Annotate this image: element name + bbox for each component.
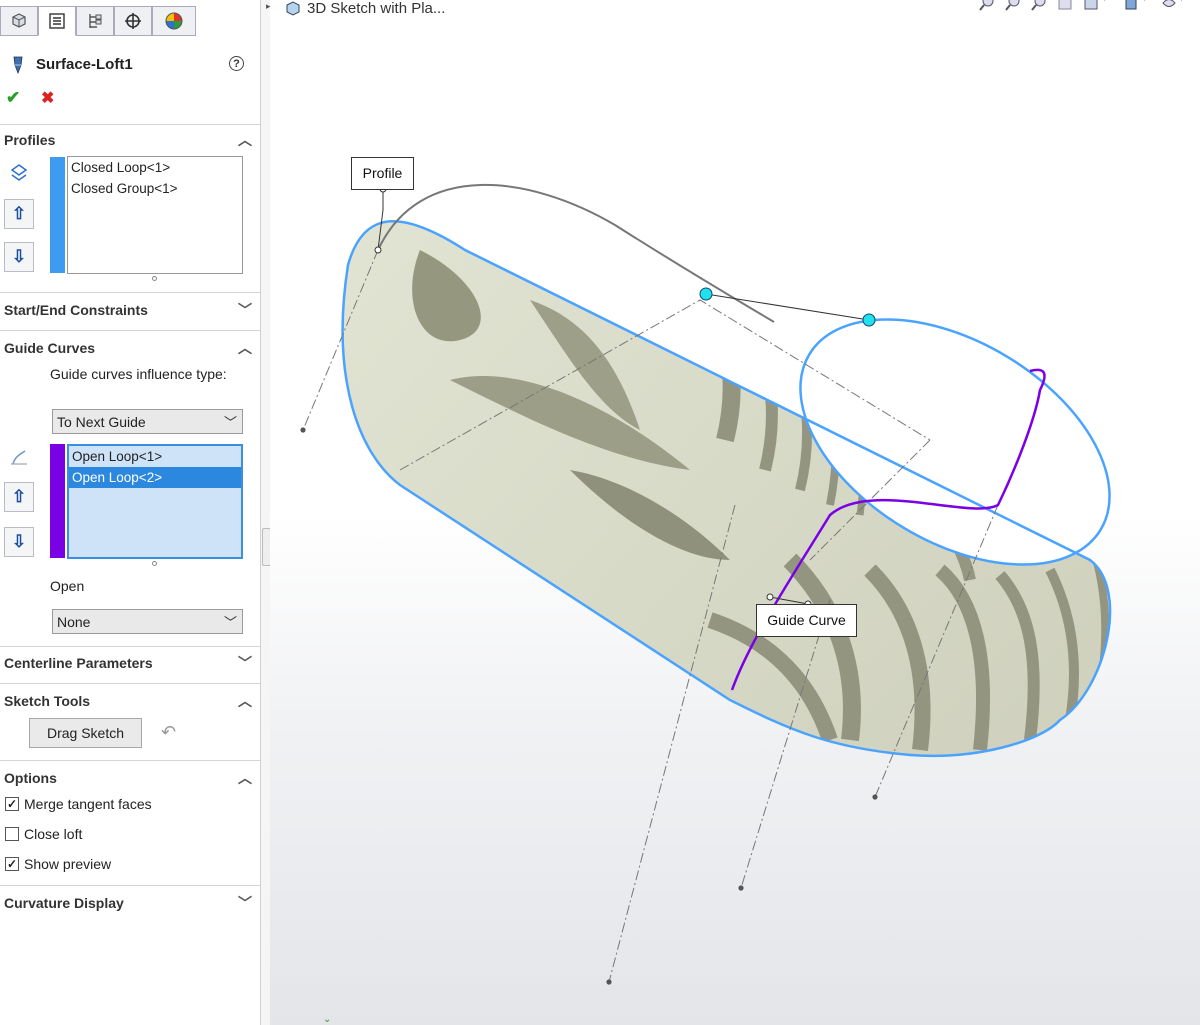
connector-point[interactable] <box>862 313 876 327</box>
divider <box>0 124 260 125</box>
chevron-down-icon: ﹀ <box>223 615 237 630</box>
chevron-up-icon[interactable]: ︿ <box>238 691 252 711</box>
open-constraint-dropdown[interactable]: None ﹀ <box>52 609 243 634</box>
resize-grip[interactable] <box>152 276 157 281</box>
chevron-down-icon[interactable]: ﹀ <box>238 300 252 320</box>
ok-checkmark-icon[interactable]: ✔ <box>6 88 20 108</box>
property-manager-panel: Surface-Loft1 ? ✔ ✖ Profiles ︿ Closed Lo… <box>0 0 261 1025</box>
cancel-x-icon[interactable]: ✖ <box>41 88 54 108</box>
show-preview-label: Show preview <box>24 856 112 872</box>
move-up-button[interactable]: ⇧ <box>4 199 34 229</box>
curvature-header-label: Curvature Display <box>4 895 124 911</box>
profile-selection-icon <box>10 164 28 181</box>
options-header[interactable]: Options ︿ <box>4 770 256 790</box>
chevron-up-icon[interactable]: ︿ <box>238 768 252 788</box>
tab-property-manager[interactable] <box>38 6 76 36</box>
divider <box>0 760 260 761</box>
help-icon[interactable]: ? <box>229 56 244 71</box>
arrow-down-icon: ⇩ <box>11 532 27 551</box>
endpoint <box>872 794 878 800</box>
chevron-up-icon[interactable]: ︿ <box>238 338 252 358</box>
chevron-down-icon: ﹀ <box>223 415 237 430</box>
divider <box>0 885 260 886</box>
tab-dimxpert-manager[interactable] <box>114 6 152 36</box>
feature-tree-icon <box>12 13 26 28</box>
options-header-label: Options <box>4 770 57 786</box>
callout-anchor <box>766 593 774 601</box>
loft-surface-graphic[interactable] <box>270 0 1200 1025</box>
checkbox-checked[interactable]: ✓ <box>5 857 19 871</box>
list-item[interactable]: Closed Group<1> <box>68 178 242 199</box>
merge-tangent-faces-label: Merge tangent faces <box>24 796 152 812</box>
move-down-button[interactable]: ⇩ <box>4 527 34 557</box>
undo-sketch-icon[interactable]: ↶ <box>161 722 176 743</box>
divider <box>0 330 260 331</box>
sketch-tools-header[interactable]: Sketch Tools ︿ <box>4 693 256 713</box>
chevron-down-icon[interactable]: ﹀ <box>238 893 252 913</box>
influence-type-label: Guide curves influence type: <box>50 366 227 382</box>
close-loft-label: Close loft <box>24 826 83 842</box>
chevron-down-icon[interactable]: ﹀ <box>238 653 252 673</box>
page-title: Surface-Loft1 <box>36 56 133 73</box>
influence-type-value: To Next Guide <box>57 414 146 430</box>
start-end-constraints-header[interactable]: Start/End Constraints ﹀ <box>4 302 256 322</box>
profiles-listbox[interactable]: Closed Loop<1> Closed Group<1> <box>67 156 243 274</box>
resize-grip[interactable] <box>152 561 157 566</box>
arrow-down-icon: ⇩ <box>11 247 27 266</box>
tab-display-manager[interactable] <box>152 6 196 36</box>
arrow-up-icon: ⇧ <box>11 204 27 223</box>
graphics-viewport[interactable]: ▸ 3D Sketch with Pla... ▾ ▾ ▾ <box>266 0 1200 1025</box>
list-item-selected[interactable]: Open Loop<2> <box>69 467 241 488</box>
divider <box>0 646 260 647</box>
guide-curves-section-header[interactable]: Guide Curves ︿ <box>4 340 256 360</box>
open-label: Open <box>50 578 85 594</box>
move-up-button[interactable]: ⇧ <box>4 482 34 512</box>
callout-anchor <box>374 246 382 254</box>
connector-point[interactable] <box>699 287 713 301</box>
endpoint <box>606 979 612 985</box>
connector-line <box>705 293 870 321</box>
loft-feature-icon <box>13 56 23 75</box>
profiles-section-header[interactable]: Profiles ︿ <box>4 132 256 152</box>
profiles-color-bar <box>50 157 65 273</box>
checkbox-unchecked[interactable] <box>5 827 19 841</box>
arrow-up-icon: ⇧ <box>11 487 27 506</box>
tab-configuration-manager[interactable] <box>76 6 114 36</box>
guide-curves-header-label: Guide Curves <box>4 340 96 356</box>
color-wheel-icon <box>165 12 183 30</box>
divider <box>0 292 260 293</box>
guide-curves-color-bar <box>50 444 65 558</box>
guide-curves-listbox[interactable]: Open Loop<1> Open Loop<2> <box>67 444 243 559</box>
origin-triad-icon: ⌄ <box>323 1014 332 1025</box>
influence-type-dropdown[interactable]: To Next Guide ﹀ <box>52 409 243 434</box>
move-down-button[interactable]: ⇩ <box>4 242 34 272</box>
drag-sketch-button[interactable]: Drag Sketch <box>29 718 142 748</box>
curvature-display-header[interactable]: Curvature Display ﹀ <box>4 895 256 915</box>
crosshair-icon <box>125 13 141 29</box>
list-item[interactable]: Closed Loop<1> <box>68 157 242 178</box>
list-item[interactable]: Open Loop<1> <box>69 446 241 467</box>
profile-callout[interactable]: Profile <box>351 157 414 190</box>
feature-title-row: Surface-Loft1 ? <box>0 52 260 78</box>
chevron-up-icon[interactable]: ︿ <box>238 130 252 150</box>
endpoint <box>300 427 306 433</box>
checkbox-checked[interactable]: ✓ <box>5 797 19 811</box>
centerline-parameters-header[interactable]: Centerline Parameters ﹀ <box>4 655 256 675</box>
divider <box>0 683 260 684</box>
centerline-header-label: Centerline Parameters <box>4 655 153 671</box>
open-constraint-value: None <box>57 614 91 630</box>
guide-curve-selection-icon <box>11 450 27 465</box>
guide-curve-callout[interactable]: Guide Curve <box>756 604 857 637</box>
start-end-header-label: Start/End Constraints <box>4 302 148 318</box>
configuration-icon <box>89 14 102 28</box>
sketch-tools-header-label: Sketch Tools <box>4 693 91 709</box>
tab-feature-manager[interactable] <box>0 6 38 36</box>
profiles-header-label: Profiles <box>4 132 56 148</box>
endpoint <box>738 885 744 891</box>
property-list-icon <box>49 13 65 29</box>
